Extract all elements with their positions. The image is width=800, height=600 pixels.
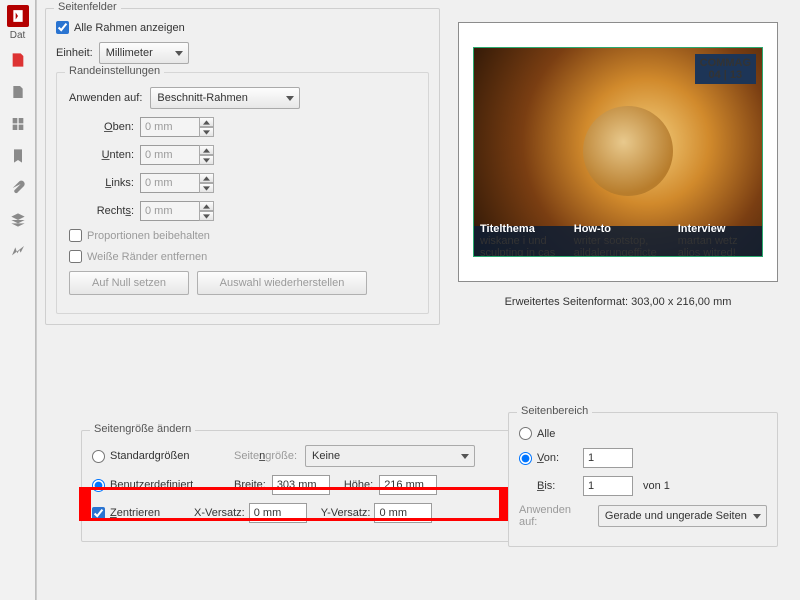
spin-up-icon[interactable] [199,201,214,211]
custom-label: Benutzerdefiniert [110,479,228,491]
proportions-checkbox[interactable] [69,229,82,242]
center-checkbox[interactable] [92,507,105,520]
sidebar-tab-label[interactable]: Dat [0,30,35,41]
set-zero-button[interactable]: Auf Null setzen [69,271,189,295]
top-input[interactable] [140,117,200,137]
proportions-label: Proportionen beibehalten [87,230,210,242]
page-size-group: Seitengröße ändern Standardgrößen Seiten… [81,430,525,542]
standard-sizes-radio[interactable] [92,450,105,463]
apply-to-select[interactable]: Beschnitt-Rahmen [150,87,300,109]
page-fields-legend: Seitenfelder [54,1,121,13]
spin-down-icon[interactable] [199,211,214,221]
page-size-label: Seitengröße: [234,450,297,462]
y-offset-label: Y-Versatz: [321,507,371,519]
page-size-legend: Seitengröße ändern [90,423,195,435]
page-size-select[interactable]: Keine [305,445,475,467]
signature-icon[interactable] [2,239,34,265]
page-range-legend: Seitenbereich [517,405,592,417]
spin-down-icon[interactable] [199,127,214,137]
top-spinner[interactable] [140,117,214,137]
page-range-group: Seitenbereich Alle Von: Bis: von 1 Anwen… [508,412,778,547]
unit-label: Einheit: [56,47,93,59]
bottom-spinner[interactable] [140,145,214,165]
page-thumbs-icon[interactable] [2,111,34,137]
from-radio[interactable] [519,452,532,465]
right-spinner[interactable] [140,201,214,221]
from-input[interactable] [583,448,633,468]
spin-down-icon[interactable] [199,183,214,193]
left-spinner[interactable] [140,173,214,193]
remove-white-label: Weiße Ränder entfernen [87,251,207,263]
right-label: Rechts: [79,205,134,217]
restore-selection-button[interactable]: Auswahl wiederherstellen [197,271,367,295]
to-input[interactable] [583,476,633,496]
left-input[interactable] [140,173,200,193]
width-input[interactable] [272,475,330,495]
center-label: Zentrieren [110,507,188,519]
adobe-app-icon [7,5,29,27]
to-label: Bis: [537,480,577,492]
remove-white-checkbox[interactable] [69,250,82,263]
pdf-icon[interactable] [2,47,34,73]
of-label: von 1 [643,480,670,492]
page-icon[interactable] [2,79,34,105]
height-label: Höhe: [344,479,373,491]
standard-sizes-label: Standardgrößen [110,450,228,462]
width-label: Breite: [234,479,266,491]
layers-icon[interactable] [2,207,34,233]
apply-to-range-label: Anwenden auf: [519,504,592,528]
preview-page-image: COMMAG04 | 13 Titelthemawiskane i und sc… [473,47,763,257]
left-label: Links: [79,177,134,189]
spin-up-icon[interactable] [199,173,214,183]
top-label: Oben: [79,121,134,133]
from-label: Von: [537,452,577,464]
bookmark-icon[interactable] [2,143,34,169]
crop-dialog: Seitenfelder Alle Rahmen anzeigen Einhei… [36,0,800,600]
spin-up-icon[interactable] [199,117,214,127]
bottom-label: Unten: [79,149,134,161]
margin-settings-group: Randeinstellungen Anwenden auf: Beschnit… [56,72,429,314]
page-preview: COMMAG04 | 13 Titelthemawiskane i und sc… [458,22,778,282]
x-offset-label: X-Versatz: [194,507,245,519]
preview-badge: COMMAG04 | 13 [695,54,756,84]
show-frames-label: Alle Rahmen anzeigen [74,22,185,34]
unit-select[interactable]: Millimeter [99,42,189,64]
apply-to-label: Anwenden auf: [69,92,142,104]
attachment-icon[interactable] [2,175,34,201]
bottom-input[interactable] [140,145,200,165]
apply-to-range-select[interactable]: Gerade und ungerade Seiten [598,505,767,527]
spin-up-icon[interactable] [199,145,214,155]
spin-down-icon[interactable] [199,155,214,165]
right-input[interactable] [140,201,200,221]
y-offset-input[interactable] [374,503,432,523]
page-fields-group: Seitenfelder Alle Rahmen anzeigen Einhei… [45,8,440,325]
left-sidebar: Dat [0,0,36,600]
x-offset-input[interactable] [249,503,307,523]
custom-radio[interactable] [92,479,105,492]
margin-settings-legend: Randeinstellungen [65,65,164,77]
preview-banner: Titelthemawiskane i und sculpting in cas… [474,226,762,256]
show-frames-checkbox[interactable] [56,21,69,34]
extended-format-label: Erweitertes Seitenformat: 303,00 x 216,0… [458,296,778,308]
all-pages-radio[interactable] [519,427,532,440]
height-input[interactable] [379,475,437,495]
all-pages-label: Alle [537,428,555,440]
